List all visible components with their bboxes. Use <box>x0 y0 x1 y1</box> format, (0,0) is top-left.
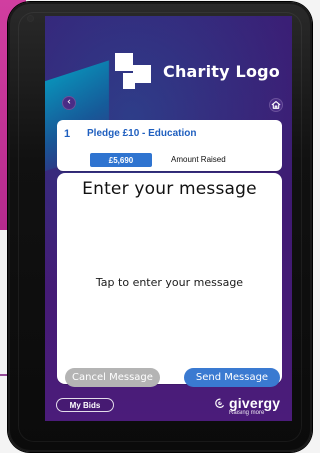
givergy-brand: givergy Raising more <box>213 396 285 420</box>
tablet-screen: Charity Logo ‹ 1 Pledge £10 - Education … <box>45 16 292 421</box>
pledge-card: 1 Pledge £10 - Education £5,690 Amount R… <box>57 120 282 171</box>
message-input-placeholder[interactable]: Tap to enter your message <box>57 276 282 289</box>
logo-square-1 <box>115 53 133 71</box>
pledge-number: 1 <box>64 128 71 140</box>
givergy-logo-icon <box>215 398 224 409</box>
logo-square-3 <box>123 73 135 89</box>
charity-logo-text: Charity Logo <box>163 61 280 81</box>
home-button[interactable] <box>269 98 283 112</box>
app-header: Charity Logo ‹ <box>45 16 292 124</box>
cancel-message-button[interactable]: Cancel Message <box>65 368 160 387</box>
home-icon <box>271 101 281 109</box>
amount-raised-value: £5,690 <box>90 153 152 167</box>
charity-logo: Charity Logo <box>115 51 285 91</box>
logo-square-2 <box>133 65 151 83</box>
amount-raised-label: Amount Raised <box>171 155 226 164</box>
givergy-tagline: Raising more <box>229 410 265 416</box>
pledge-title: Pledge £10 - Education <box>87 128 197 139</box>
message-title: Enter your message <box>82 179 257 199</box>
send-message-button[interactable]: Send Message <box>184 368 280 387</box>
bottom-bar: My Bids givergy Raising more <box>45 393 292 421</box>
front-camera-icon <box>28 16 33 21</box>
chevron-left-icon: ‹ <box>67 96 71 108</box>
charity-logo-mark-icon <box>115 53 151 89</box>
givergy-wordmark: givergy <box>229 395 281 411</box>
message-input-area[interactable] <box>57 207 282 377</box>
message-card: Enter your message Tap to enter your mes… <box>57 173 282 384</box>
my-bids-button[interactable]: My Bids <box>56 398 114 412</box>
back-button[interactable]: ‹ <box>62 96 76 110</box>
tablet-frame: Charity Logo ‹ 1 Pledge £10 - Education … <box>8 2 312 452</box>
